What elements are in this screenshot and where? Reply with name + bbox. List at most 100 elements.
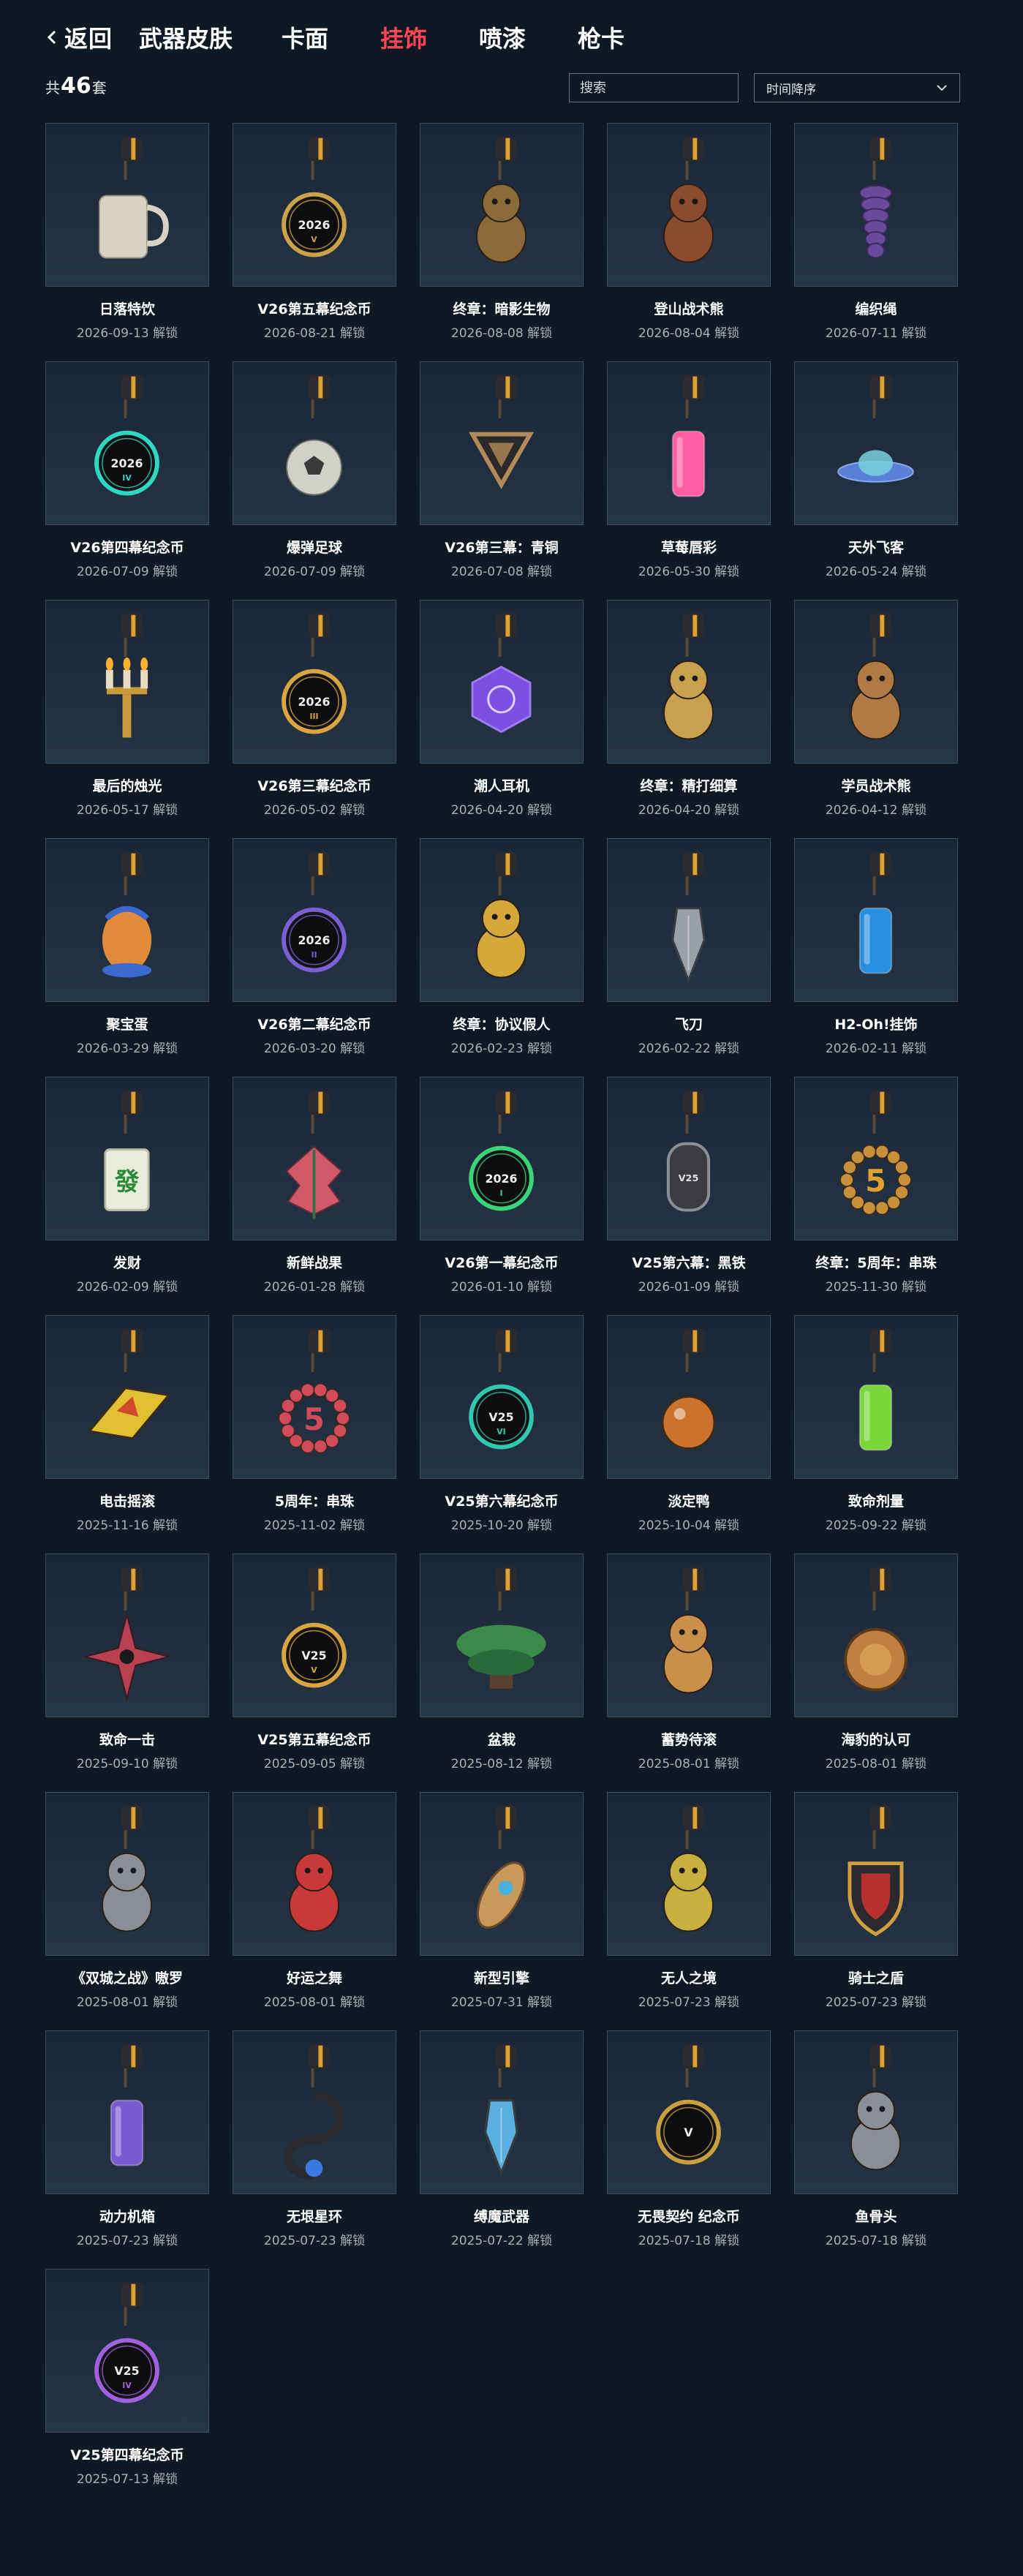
buddy-card[interactable]: 飞刀 2026-02-22 解锁 <box>607 838 771 1077</box>
buddy-name: 盆栽 <box>487 1732 516 1748</box>
unlock-date: 2026-02-22 解锁 <box>638 1042 740 1056</box>
buddy-thumbnail <box>420 1553 584 1717</box>
buddy-card[interactable]: 新型引擎 2025-07-31 解锁 <box>420 1792 584 2030</box>
unlock-date: 2026-09-13 解锁 <box>76 326 178 341</box>
buddy-card[interactable]: 终章：协议假人 2026-02-23 解锁 <box>420 838 584 1077</box>
buddy-card[interactable]: 草莓唇彩 2026-05-30 解锁 <box>607 361 771 600</box>
unlock-date: 2025-11-30 解锁 <box>825 1280 927 1295</box>
tab-sprays[interactable]: 喷漆 <box>479 20 526 54</box>
buddy-name: 5周年：串珠 <box>274 1494 355 1510</box>
egg-charm-icon <box>102 851 152 978</box>
search-input[interactable] <box>569 73 739 102</box>
creature-charm-icon <box>475 136 527 263</box>
tab-buddies[interactable]: 挂饰 <box>380 20 427 54</box>
tab-gun-cards[interactable]: 枪卡 <box>578 20 624 54</box>
buddy-name: 日落特饮 <box>99 301 155 317</box>
buddy-name: V26第二幕纪念币 <box>257 1017 371 1033</box>
buddy-card[interactable]: 爆弹足球 2026-07-09 解锁 <box>233 361 396 600</box>
svg-text:I: I <box>499 1189 502 1198</box>
buddy-card[interactable]: 电击摇滚 2025-11-16 解锁 <box>45 1315 209 1553</box>
buddy-card[interactable]: V25 IV V25第四幕纪念币 2025-07-13 解锁 <box>45 2269 209 2507</box>
buddy-card[interactable]: 缚魔武器 2025-07-22 解锁 <box>420 2030 584 2269</box>
buddy-card[interactable]: 日落特饮 2026-09-13 解锁 <box>45 123 209 361</box>
unlock-date: 2026-07-09 解锁 <box>263 565 366 579</box>
buddy-card[interactable]: 發发财 2026-02-09 解锁 <box>45 1077 209 1315</box>
count-number: 46 <box>61 73 91 99</box>
buddy-name: 无人之境 <box>660 1970 717 1986</box>
buddy-card[interactable]: 新鲜战果 2026-01-28 解锁 <box>233 1077 396 1315</box>
buddy-card[interactable]: 5 终章：5周年：串珠 2025-11-30 解锁 <box>794 1077 958 1315</box>
buddy-thumbnail: 2026 I <box>420 1077 584 1240</box>
buddy-card[interactable]: 2026 III V26第三幕纪念币 2026-05-02 解锁 <box>233 600 396 838</box>
svg-text:V25: V25 <box>114 2364 139 2378</box>
buddy-name: 骑士之盾 <box>848 1970 904 1986</box>
buddy-name: H2-Oh!挂饰 <box>834 1017 918 1033</box>
buddy-thumbnail <box>794 123 958 287</box>
unlock-date: 2025-07-22 解锁 <box>450 2234 553 2248</box>
unlock-date: 2025-11-02 解锁 <box>263 1518 366 1533</box>
svg-text:5: 5 <box>303 1402 325 1437</box>
buddy-card[interactable]: 海豹的认可 2025-08-01 解锁 <box>794 1553 958 1792</box>
buddy-thumbnail <box>45 1315 209 1479</box>
buddy-card[interactable]: 2026 I V26第一幕纪念币 2026-01-10 解锁 <box>420 1077 584 1315</box>
buddy-card[interactable]: 好运之舞 2025-08-01 解锁 <box>233 1792 396 2030</box>
buddy-card[interactable]: V25 VI V25第六幕纪念币 2025-10-20 解锁 <box>420 1315 584 1553</box>
buddy-card[interactable]: 终章：精打细算 2026-04-20 解锁 <box>607 600 771 838</box>
buddy-card[interactable]: 蓄势待滚 2025-08-01 解锁 <box>607 1553 771 1792</box>
svg-text:V25: V25 <box>301 1649 326 1662</box>
buddy-card[interactable]: V26第三幕：青铜 2026-07-08 解锁 <box>420 361 584 600</box>
buddy-card[interactable]: V25 V V25第五幕纪念币 2025-09-05 解锁 <box>233 1553 396 1792</box>
buddy-card[interactable]: 聚宝蛋 2026-03-29 解锁 <box>45 838 209 1077</box>
buddy-card[interactable]: 《双城之战》嗷罗 2025-08-01 解锁 <box>45 1792 209 2030</box>
buddy-card[interactable]: H2-Oh!挂饰 2026-02-11 解锁 <box>794 838 958 1077</box>
unlock-date: 2026-02-11 解锁 <box>825 1042 927 1056</box>
buddy-card[interactable]: 淡定鸭 2025-10-04 解锁 <box>607 1315 771 1553</box>
buddy-card[interactable]: V 无畏契约 纪念币 2025-07-18 解锁 <box>607 2030 771 2269</box>
buddy-card[interactable]: 2026 V V26第五幕纪念币 2026-08-21 解锁 <box>233 123 396 361</box>
guitar-charm-icon <box>87 1328 171 1440</box>
unlock-date: 2025-09-05 解锁 <box>263 1757 366 1771</box>
buddy-card[interactable]: 致命一击 2025-09-10 解锁 <box>45 1553 209 1792</box>
sort-dropdown[interactable]: 时间降序 <box>754 73 960 102</box>
buddy-card[interactable]: 2026 II V26第二幕纪念币 2026-03-20 解锁 <box>233 838 396 1077</box>
buddy-name: 登山战术熊 <box>654 301 724 317</box>
unlock-date: 2026-01-09 解锁 <box>638 1280 740 1295</box>
unlock-date: 2025-07-23 解锁 <box>76 2234 178 2248</box>
buddy-name: 终章：协议假人 <box>453 1017 551 1033</box>
buddy-card[interactable]: 最后的烛光 2026-05-17 解锁 <box>45 600 209 838</box>
buddy-card[interactable]: 5 5周年：串珠 2025-11-02 解锁 <box>233 1315 396 1553</box>
svg-text:2026: 2026 <box>298 218 331 232</box>
buddy-card[interactable]: 动力机箱 2025-07-23 解锁 <box>45 2030 209 2269</box>
unlock-date: 2026-02-09 解锁 <box>76 1280 178 1295</box>
buddy-card[interactable]: 鱼骨头 2025-07-18 解锁 <box>794 2030 958 2269</box>
buddy-card[interactable]: V25 V25第六幕：黑铁 2026-01-09 解锁 <box>607 1077 771 1315</box>
sort-value: 时间降序 <box>766 82 816 97</box>
buddy-thumbnail <box>794 1315 958 1479</box>
buddy-card[interactable]: 骑士之盾 2025-07-23 解锁 <box>794 1792 958 2030</box>
buddy-name: V25第五幕纪念币 <box>257 1732 371 1748</box>
buddy-card[interactable]: 致命剂量 2025-09-22 解锁 <box>794 1315 958 1553</box>
buddy-card[interactable]: 编织绳 2026-07-11 解锁 <box>794 123 958 361</box>
buddy-thumbnail <box>420 123 584 287</box>
buddy-card[interactable]: 无人之境 2025-07-23 解锁 <box>607 1792 771 2030</box>
buddy-card[interactable]: 盆栽 2025-08-12 解锁 <box>420 1553 584 1792</box>
buddy-thumbnail <box>607 838 771 1002</box>
buddy-card[interactable]: 终章：暗影生物 2026-08-08 解锁 <box>420 123 584 361</box>
buddy-card[interactable]: 登山战术熊 2026-08-04 解锁 <box>607 123 771 361</box>
back-button[interactable]: 返回 <box>44 20 113 54</box>
item-count: 共 46 套 <box>45 73 107 99</box>
buddy-card[interactable]: 无垠星环 2025-07-23 解锁 <box>233 2030 396 2269</box>
buddy-card[interactable]: 潮人耳机 2026-04-20 解锁 <box>420 600 584 838</box>
unlock-date: 2025-07-23 解锁 <box>638 1995 740 2010</box>
buddy-card[interactable]: 学员战术熊 2026-04-12 解锁 <box>794 600 958 838</box>
tab-weapon-skins[interactable]: 武器皮肤 <box>139 20 233 54</box>
buddy-name: 草莓唇彩 <box>660 540 717 556</box>
tab-player-cards[interactable]: 卡面 <box>282 20 328 54</box>
buddy-card[interactable]: 2026 IV V26第四幕纪念币 2026-07-09 解锁 <box>45 361 209 600</box>
svg-text:IV: IV <box>122 2381 132 2390</box>
buddy-name: 淡定鸭 <box>668 1494 710 1510</box>
cat-charm-icon <box>101 1805 153 1932</box>
unlock-date: 2025-07-13 解锁 <box>76 2472 178 2487</box>
dummy-charm-icon <box>475 851 527 979</box>
buddy-card[interactable]: 天外飞客 2026-05-24 解锁 <box>794 361 958 600</box>
